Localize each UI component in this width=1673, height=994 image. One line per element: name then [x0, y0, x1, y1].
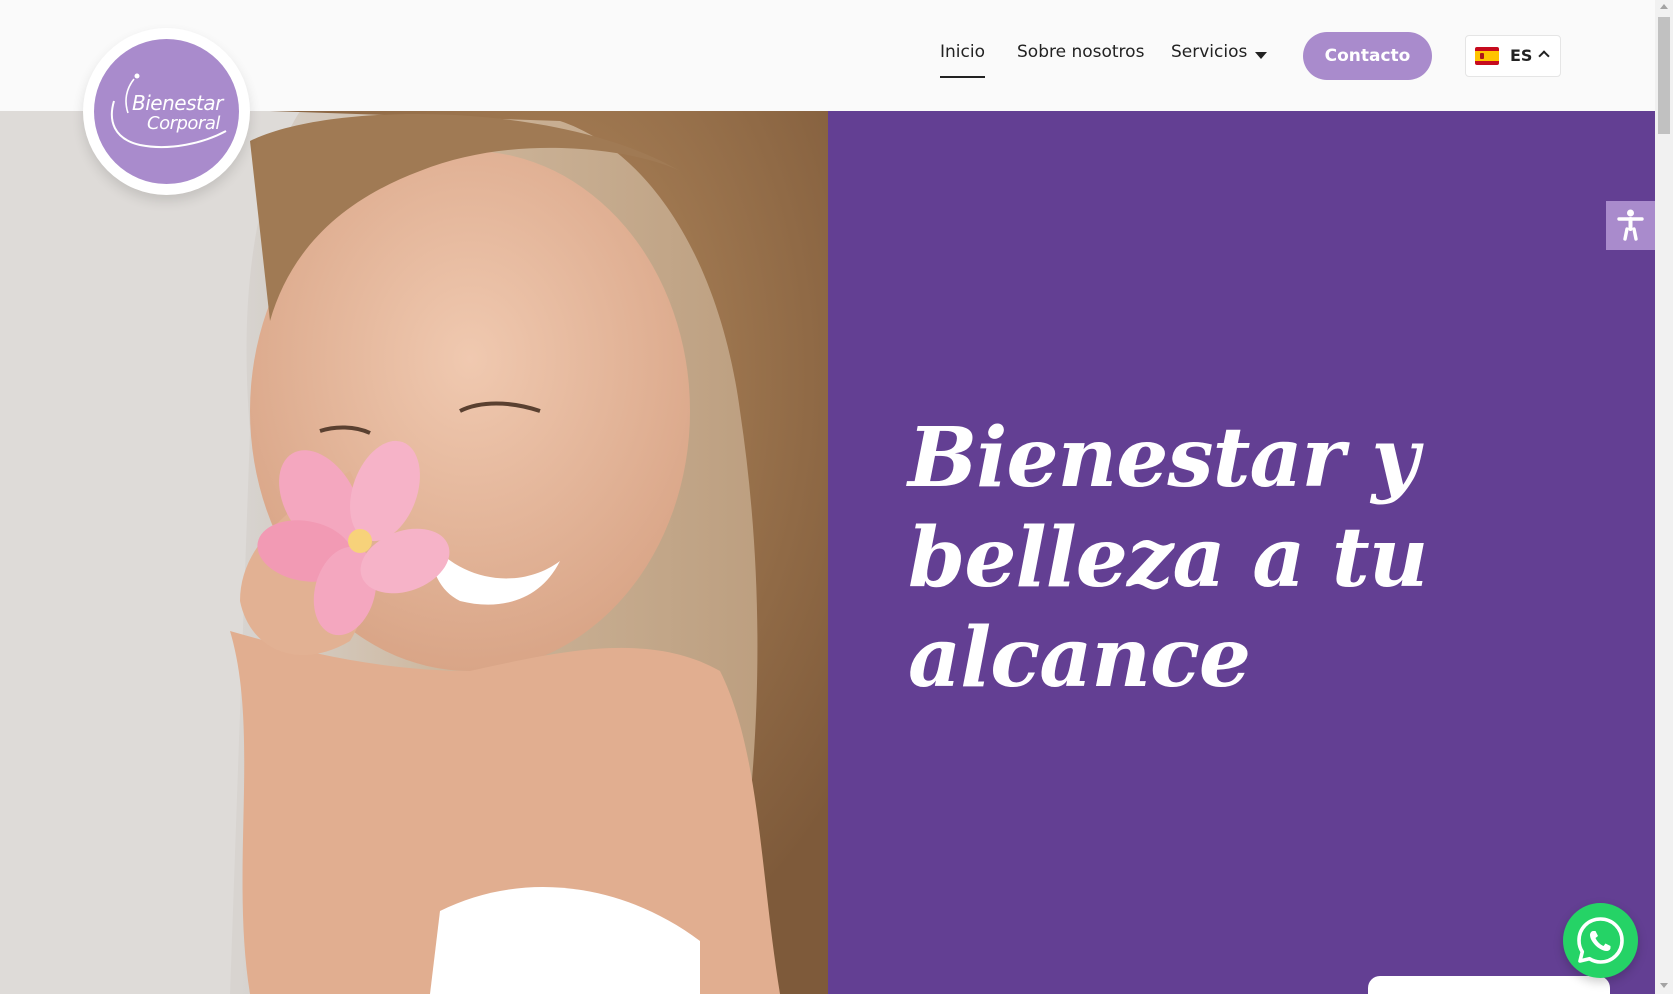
logo-text-line1: Bienestar: [132, 91, 223, 115]
language-selector[interactable]: ES: [1465, 35, 1561, 77]
spain-flag-icon: [1475, 47, 1499, 65]
hero-image: [0, 111, 828, 994]
accessibility-button[interactable]: [1606, 201, 1655, 250]
scrollbar-thumb[interactable]: [1658, 17, 1670, 134]
site-logo[interactable]: Bienestar Corporal: [83, 28, 250, 195]
chevron-down-icon[interactable]: [1255, 52, 1267, 59]
woman-with-flower-image: [0, 111, 828, 994]
hero-title: Bienestar y belleza a tu alcance: [908, 410, 1428, 706]
scroll-up-arrow-icon[interactable]: [1660, 4, 1668, 9]
nav-link-inicio[interactable]: Inicio: [940, 42, 985, 78]
accessibility-icon: [1617, 209, 1644, 241]
card-peek: [1368, 976, 1610, 994]
logo-badge: Bienestar Corporal: [94, 39, 239, 184]
chevron-up-icon: [1538, 50, 1550, 62]
logo-text-line2: Corporal: [147, 113, 220, 134]
nav-link-sobre-nosotros[interactable]: Sobre nosotros: [1017, 42, 1144, 68]
scroll-down-arrow-icon[interactable]: [1660, 983, 1668, 988]
whatsapp-icon: [1577, 917, 1624, 964]
nav-link-servicios[interactable]: Servicios: [1171, 42, 1247, 68]
contact-button[interactable]: Contacto: [1303, 32, 1432, 80]
whatsapp-button[interactable]: [1563, 903, 1638, 978]
language-code: ES: [1510, 46, 1533, 65]
page-scrollbar[interactable]: [1655, 0, 1673, 994]
